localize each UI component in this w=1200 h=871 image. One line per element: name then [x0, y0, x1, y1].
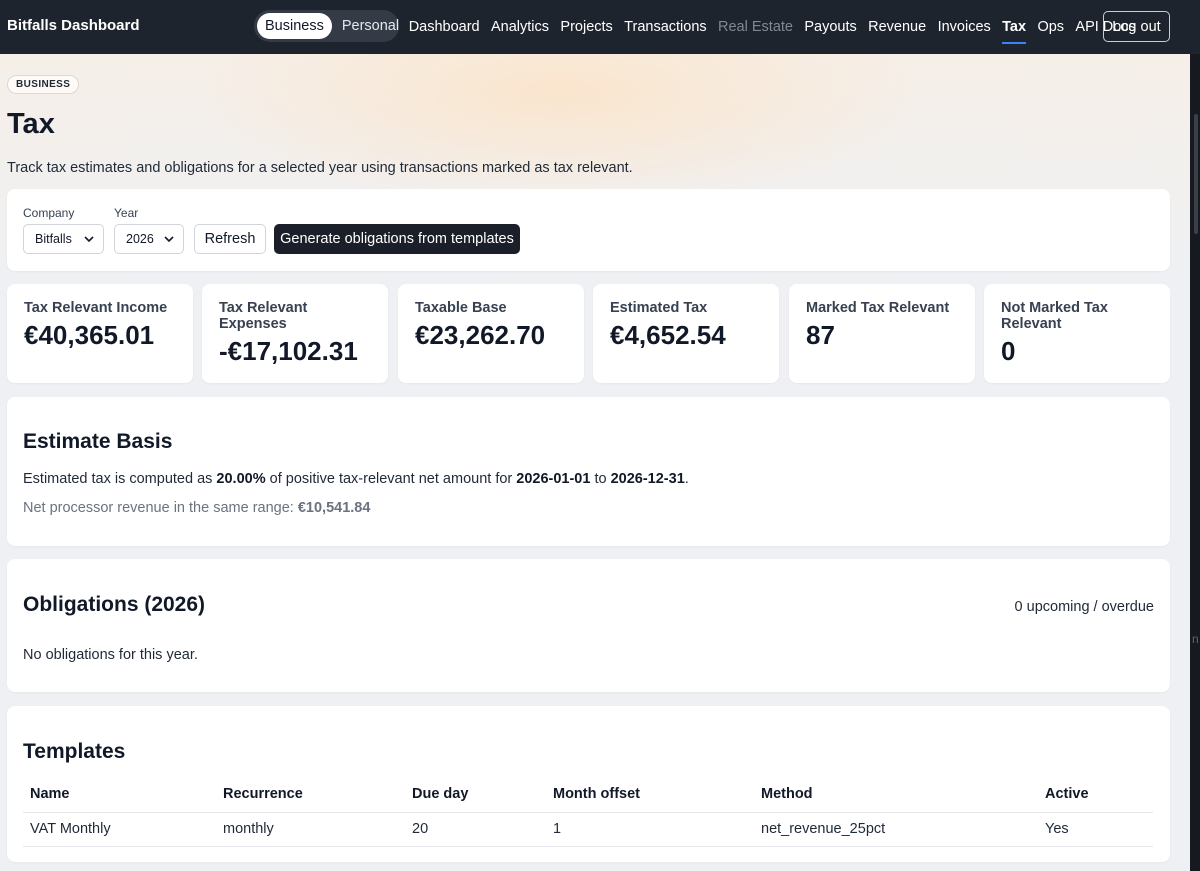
stat-label: Tax Relevant Income — [24, 300, 168, 316]
table-header-row: Name Recurrence Due day Month offset Met… — [23, 786, 1153, 813]
stat-value: -€17,102.31 — [219, 336, 358, 366]
nav-transactions[interactable]: Transactions — [624, 17, 706, 37]
obligations-card: Obligations (2026) 0 upcoming / overdue … — [7, 559, 1170, 692]
mode-business[interactable]: Business — [257, 13, 332, 39]
stat-label: Tax Relevant Expenses — [219, 300, 308, 332]
obligations-empty-state: No obligations for this year. — [23, 647, 198, 663]
stat-value: €40,365.01 — [24, 320, 155, 350]
main-nav: Dashboard Analytics Projects Transaction… — [403, 0, 1142, 54]
company-select[interactable]: Bitfalls — [23, 224, 104, 254]
scroll-edge-glyph: n — [1192, 632, 1199, 646]
nav-ops[interactable]: Ops — [1037, 17, 1064, 37]
range-end: 2026-12-31 — [610, 471, 685, 487]
cell-month-offset: 1 — [546, 812, 754, 847]
stat-card-taxable-base: Taxable Base €23,262.70 — [398, 284, 584, 383]
processor-revenue-value: €10,541.84 — [297, 500, 371, 516]
mode-toggle[interactable]: Business Personal — [254, 10, 399, 42]
tax-rate: 20.00% — [216, 471, 266, 487]
stat-value: €4,652.54 — [610, 320, 726, 350]
obligations-heading: Obligations (2026) — [23, 593, 206, 616]
page-title: Tax — [7, 108, 55, 140]
stat-value: 87 — [806, 320, 835, 350]
stat-value: €23,262.70 — [415, 320, 546, 350]
column-header: Method — [754, 786, 1038, 813]
column-header: Due day — [405, 786, 546, 813]
year-label: Year — [114, 206, 139, 220]
nav-invoices[interactable]: Invoices — [938, 17, 991, 37]
stat-card-marked: Marked Tax Relevant 87 — [789, 284, 975, 383]
scrollbar-thumb[interactable] — [1194, 114, 1198, 234]
processor-revenue: Net processor revenue in the same range:… — [23, 500, 371, 516]
generate-obligations-button[interactable]: Generate obligations from templates — [274, 224, 520, 254]
app-brand: Bitfalls Dashboard — [7, 17, 140, 34]
cell-due-day: 20 — [405, 812, 546, 847]
year-select[interactable]: 2026 — [114, 224, 184, 254]
stat-label: Taxable Base — [415, 300, 507, 316]
stat-value: 0 — [1001, 336, 1016, 366]
company-select-value: Bitfalls — [35, 232, 72, 246]
stat-card-income: Tax Relevant Income €40,365.01 — [7, 284, 193, 383]
stat-card-estimated-tax: Estimated Tax €4,652.54 — [593, 284, 779, 383]
nav-projects[interactable]: Projects — [560, 17, 612, 37]
page-subtitle: Track tax estimates and obligations for … — [7, 160, 633, 176]
table-row[interactable]: VAT Monthly monthly 20 1 net_revenue_25p… — [23, 812, 1153, 847]
nav-real-estate[interactable]: Real Estate — [718, 17, 793, 37]
cell-active: Yes — [1038, 812, 1153, 847]
column-header: Name — [23, 786, 216, 813]
estimate-basis-card: Estimate Basis Estimated tax is computed… — [7, 397, 1170, 546]
mode-personal[interactable]: Personal — [334, 13, 407, 39]
scrollbar[interactable]: n — [1190, 54, 1200, 871]
stat-card-not-marked: Not Marked Tax Relevant 0 — [984, 284, 1170, 383]
cell-name: VAT Monthly — [23, 812, 216, 847]
column-header: Recurrence — [216, 786, 405, 813]
obligations-count: 0 upcoming / overdue — [1014, 599, 1154, 615]
stat-label: Marked Tax Relevant — [806, 300, 950, 316]
company-label: Company — [23, 206, 75, 220]
nav-tax[interactable]: Tax — [1002, 17, 1026, 44]
nav-payouts[interactable]: Payouts — [804, 17, 856, 37]
cell-recurrence: monthly — [216, 812, 405, 847]
column-header: Active — [1038, 786, 1153, 813]
nav-dashboard[interactable]: Dashboard — [409, 17, 480, 37]
stat-label: Not Marked Tax Relevant — [1001, 300, 1108, 332]
templates-card: Templates Name Recurrence Due day Month … — [7, 706, 1170, 862]
top-navigation-bar: Bitfalls Dashboard Business Personal Das… — [0, 0, 1200, 54]
nav-analytics[interactable]: Analytics — [491, 17, 549, 37]
stat-card-expenses: Tax Relevant Expenses -€17,102.31 — [202, 284, 388, 383]
refresh-button[interactable]: Refresh — [194, 224, 266, 254]
cell-method: net_revenue_25pct — [754, 812, 1038, 847]
column-header: Month offset — [546, 786, 754, 813]
estimate-heading: Estimate Basis — [23, 430, 173, 453]
estimate-description: Estimated tax is computed as 20.00% of p… — [23, 471, 689, 487]
range-start: 2026-01-01 — [516, 471, 591, 487]
section-badge: BUSINESS — [7, 75, 80, 94]
year-select-value: 2026 — [126, 232, 154, 246]
templates-table: Name Recurrence Due day Month offset Met… — [23, 786, 1153, 847]
filters-card: Company Bitfalls Year 2026 Refresh Gener… — [7, 189, 1170, 271]
nav-revenue[interactable]: Revenue — [868, 17, 926, 37]
templates-heading: Templates — [23, 740, 126, 763]
stat-label: Estimated Tax — [610, 300, 708, 316]
logout-button[interactable]: Log out — [1103, 11, 1170, 42]
